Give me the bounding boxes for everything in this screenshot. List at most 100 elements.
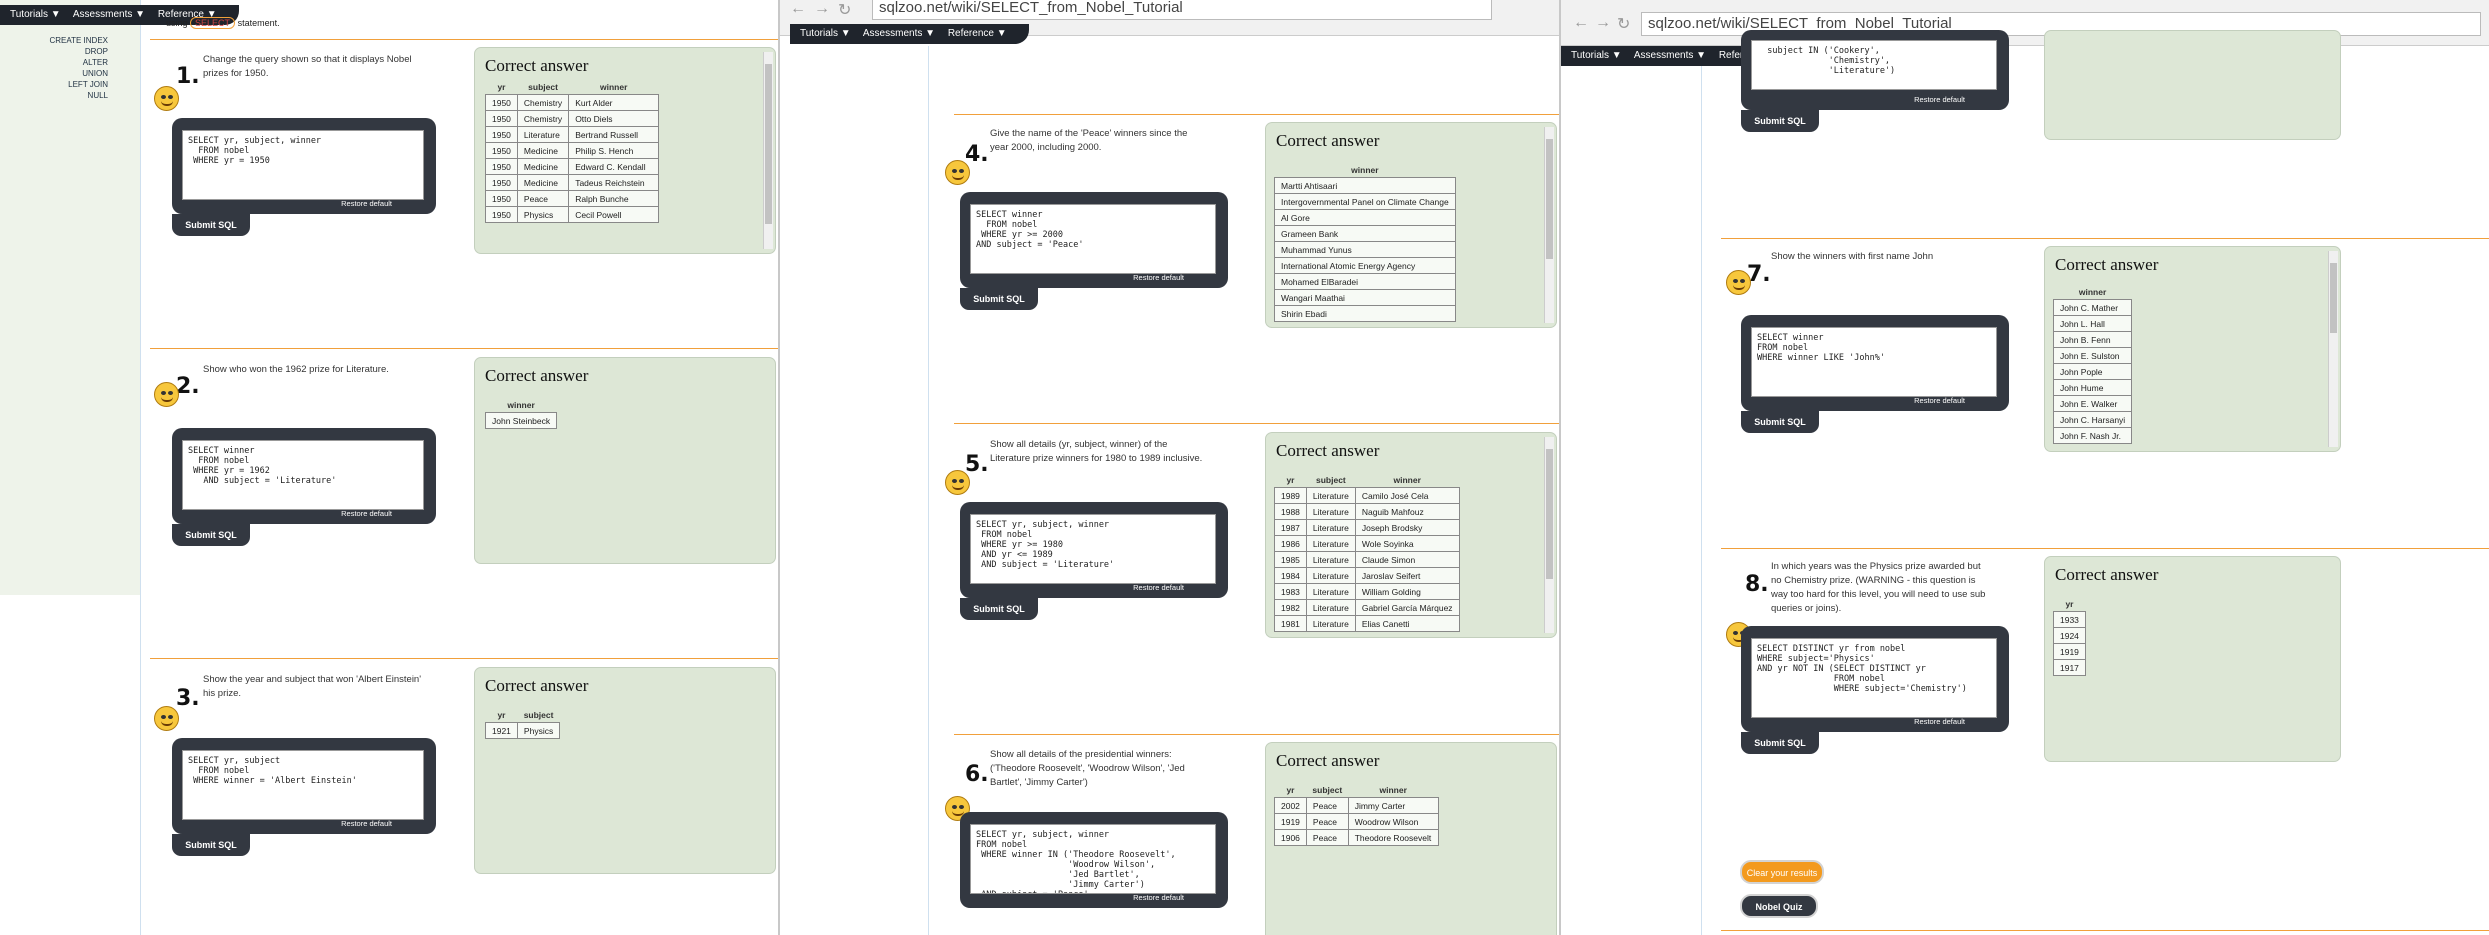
sql-textarea[interactable]: SELECT yr, subject, winner FROM nobel WH… xyxy=(182,130,424,200)
table-cell: Al Gore xyxy=(1274,209,1456,226)
menu-reference[interactable]: Reference ▼ xyxy=(948,28,1007,39)
table-cell: Literature xyxy=(1305,551,1356,568)
table-row: John E. Walker xyxy=(2052,395,2133,412)
reload-icon[interactable]: ↻ xyxy=(1617,14,1630,34)
sidebar-link-alter[interactable]: ALTER xyxy=(83,58,108,67)
reload-icon[interactable]: ↻ xyxy=(838,0,851,20)
table-row: 1950 Medicine Philip S. Hench xyxy=(485,142,660,159)
submit-sql-button[interactable]: Submit SQL xyxy=(172,214,250,236)
table-row: John C. Mather xyxy=(2052,299,2133,316)
table-row: 1950 Chemistry Otto Diels xyxy=(485,110,660,127)
table-row: 1950 Chemistry Kurt Alder xyxy=(485,94,660,111)
restore-default-link[interactable]: Restore default xyxy=(1133,583,1184,592)
correct-answer-heading: Correct answer xyxy=(1276,131,1380,150)
table-cell: Literature xyxy=(1305,535,1356,552)
sidebar-link-null[interactable]: NULL xyxy=(88,91,108,100)
submit-sql-button[interactable]: Submit SQL xyxy=(1741,732,1819,754)
table-cell: Literature xyxy=(1305,487,1356,504)
table-row: Shirin Ebadi xyxy=(1274,305,1456,322)
submit-sql-button[interactable]: Submit SQL xyxy=(960,598,1038,620)
answer-scrollbar[interactable] xyxy=(763,52,773,249)
nobel-quiz-button[interactable]: Nobel Quiz xyxy=(1740,894,1818,918)
submit-sql-button[interactable]: Submit SQL xyxy=(172,524,250,546)
forward-arrow-icon[interactable]: → xyxy=(814,0,830,18)
sidebar-link-create-index[interactable]: CREATE INDEX xyxy=(49,36,108,45)
sql-textarea[interactable]: SELECT yr, subject, winner FROM nobel WH… xyxy=(970,824,1216,894)
table-cell: John Steinbeck xyxy=(484,412,558,429)
table-row: Wangari Maathai xyxy=(1274,289,1456,306)
q3-text: Show the year and subject that won 'Albe… xyxy=(203,674,422,699)
menu-assessments[interactable]: Assessments ▼ xyxy=(1634,50,1706,61)
table-cell: International Atomic Energy Agency xyxy=(1274,257,1456,274)
section-divider xyxy=(150,658,778,659)
answer-scrollbar[interactable] xyxy=(1544,127,1554,323)
restore-default-link[interactable]: Restore default xyxy=(1914,717,1965,726)
restore-default-link[interactable]: Restore default xyxy=(1133,893,1184,902)
restore-default-link[interactable]: Restore default xyxy=(341,819,392,828)
table-cell: Chemistry xyxy=(516,94,570,111)
table-cell: Medicine xyxy=(516,158,570,175)
forward-arrow-icon[interactable]: → xyxy=(1595,14,1611,32)
content-border xyxy=(928,46,929,935)
table-cell: John Pople xyxy=(2052,363,2133,380)
table-row: 1933 xyxy=(2053,611,2086,628)
menu-tutorials[interactable]: Tutorials ▼ xyxy=(1571,50,1622,61)
sql-textarea[interactable]: subject IN ('Cookery', 'Chemistry', 'Lit… xyxy=(1751,40,1997,90)
table-cell: Physics xyxy=(516,206,570,223)
menu-assessments[interactable]: Assessments ▼ xyxy=(863,28,935,39)
col-header: subject xyxy=(1312,785,1343,795)
q4-number: 4. xyxy=(965,142,989,167)
menu-tutorials[interactable]: Tutorials ▼ xyxy=(800,28,851,39)
table-cell: Ralph Bunche xyxy=(568,190,660,207)
submit-sql-button[interactable]: Submit SQL xyxy=(960,288,1038,310)
restore-default-link[interactable]: Restore default xyxy=(1133,273,1184,282)
table-cell: 1985 xyxy=(1274,551,1307,568)
q7-answer-panel: Correct answer winner John C. Mather Joh… xyxy=(2044,246,2341,452)
restore-default-link[interactable]: Restore default xyxy=(1914,95,1965,104)
section-divider xyxy=(150,39,778,40)
sidebar-link-left-join[interactable]: LEFT JOIN xyxy=(68,80,108,89)
sql-textarea[interactable]: SELECT yr, subject, winner FROM nobel WH… xyxy=(970,514,1216,584)
table-row: Mohamed ElBaradei xyxy=(1274,273,1456,290)
table-cell: Martti Ahtisaari xyxy=(1274,177,1456,194)
clear-results-button[interactable]: Clear your results xyxy=(1740,860,1824,884)
restore-default-link[interactable]: Restore default xyxy=(1914,396,1965,405)
table-row: 1919 Peace Woodrow Wilson xyxy=(1274,813,1439,830)
table-cell: 1921 xyxy=(485,722,518,739)
table-row: 1984 Literature Jaroslav Seifert xyxy=(1274,567,1460,584)
back-arrow-icon[interactable]: ← xyxy=(790,0,806,18)
answer-scrollbar[interactable] xyxy=(1544,437,1554,633)
table-row: John F. Nash Jr. xyxy=(2052,427,2133,444)
table-row: 1987 Literature Joseph Brodsky xyxy=(1274,519,1460,536)
col-header: yr xyxy=(497,710,506,720)
sql-textarea[interactable]: SELECT winner FROM nobel WHERE winner LI… xyxy=(1751,327,1997,397)
table-cell: 1987 xyxy=(1274,519,1307,536)
table-cell: Peace xyxy=(1305,813,1349,830)
sidebar-link-drop[interactable]: DROP xyxy=(85,47,108,56)
table-cell: Camilo José Cela xyxy=(1354,487,1460,504)
submit-sql-button[interactable]: Submit SQL xyxy=(1741,411,1819,433)
restore-default-link[interactable]: Restore default xyxy=(341,199,392,208)
sql-textarea[interactable]: SELECT winner FROM nobel WHERE yr = 1962… xyxy=(182,440,424,510)
table-cell: John E. Walker xyxy=(2052,395,2133,412)
table-row: Al Gore xyxy=(1274,209,1456,226)
correct-answer-heading: Correct answer xyxy=(1276,441,1380,460)
url-bar[interactable]: sqlzoo.net/wiki/SELECT_from_Nobel_Tutori… xyxy=(872,0,1492,20)
q8-text: In which years was the Physics prize awa… xyxy=(1771,561,1986,614)
table-cell: Elias Canetti xyxy=(1354,615,1460,632)
sql-textarea[interactable]: SELECT winner FROM nobel WHERE yr >= 200… xyxy=(970,204,1216,274)
submit-sql-button[interactable]: Submit SQL xyxy=(172,834,250,856)
restore-default-link[interactable]: Restore default xyxy=(341,509,392,518)
menu-assessments[interactable]: Assessments ▼ xyxy=(73,9,145,20)
submit-sql-button[interactable]: Submit SQL xyxy=(1741,110,1819,132)
col-header: yr xyxy=(497,82,506,92)
section-divider xyxy=(150,348,778,349)
answer-scrollbar[interactable] xyxy=(2328,251,2338,447)
table-cell: Medicine xyxy=(516,142,570,159)
menu-tutorials[interactable]: Tutorials ▼ xyxy=(10,9,61,20)
sql-textarea[interactable]: SELECT yr, subject FROM nobel WHERE winn… xyxy=(182,750,424,820)
content-border xyxy=(1701,66,1702,935)
back-arrow-icon[interactable]: ← xyxy=(1573,14,1589,32)
sql-textarea[interactable]: SELECT DISTINCT yr from nobel WHERE subj… xyxy=(1751,638,1997,718)
sidebar-link-union[interactable]: UNION xyxy=(82,69,108,78)
